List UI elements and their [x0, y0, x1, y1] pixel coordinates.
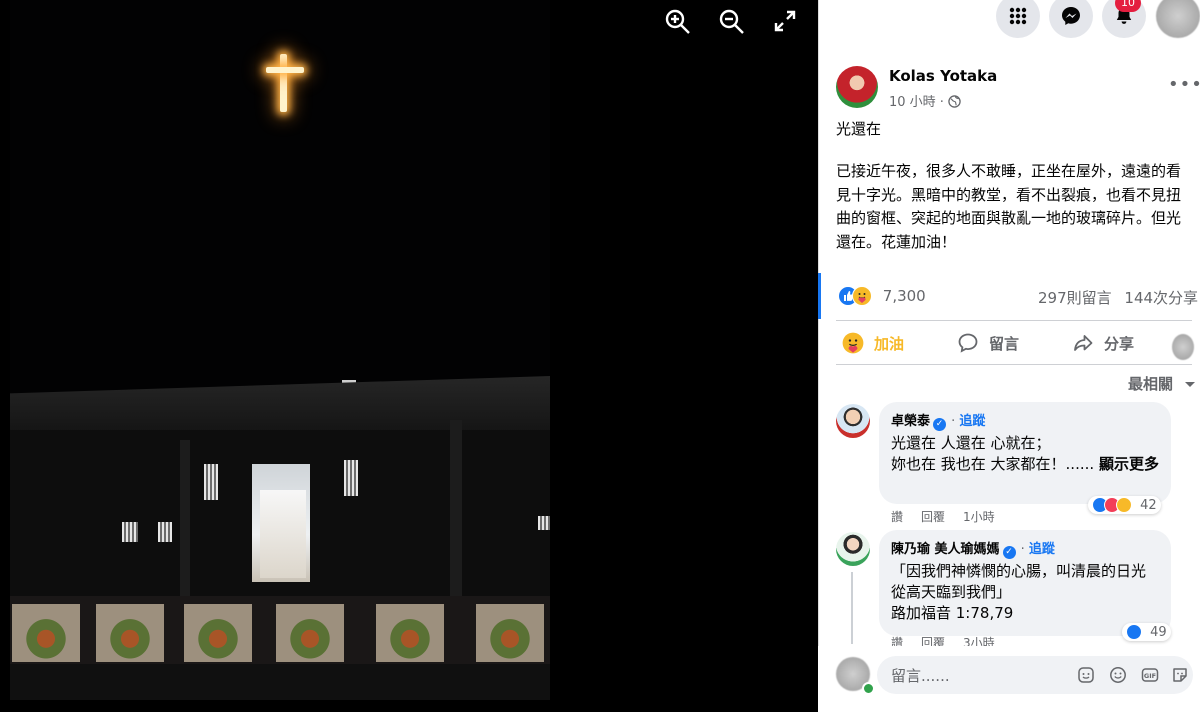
like-link[interactable]: 讚	[891, 510, 903, 524]
sort-dropdown[interactable]: 最相關	[1128, 373, 1196, 394]
wall-beam	[180, 440, 190, 596]
comment-bubble: 卓榮泰 ✓ · 追蹤 光還在 人還在 心就在； 妳也在 我也在 大家都在！....…	[879, 402, 1171, 504]
glowing-cross-bar	[266, 67, 304, 73]
photo-viewer	[0, 0, 818, 712]
church-roof	[10, 376, 550, 434]
messenger-icon	[1062, 7, 1080, 25]
church-window	[538, 516, 550, 530]
share-icon	[1074, 335, 1093, 351]
wall-base	[10, 664, 550, 700]
wall-mural	[276, 604, 344, 662]
care-label: 加油	[874, 335, 905, 353]
divider	[836, 364, 1192, 365]
comment-placeholder: 留言......	[891, 667, 950, 685]
care-reaction-icon	[1116, 497, 1132, 513]
comment-icon	[958, 333, 978, 353]
chevron-down-icon	[1185, 382, 1196, 387]
church-window	[204, 464, 218, 500]
divider	[836, 320, 1192, 321]
follow-button[interactable]: 追蹤	[1029, 542, 1055, 557]
zoom-out-icon[interactable]	[718, 8, 748, 38]
care-reaction-icon	[852, 286, 872, 306]
comment-body: 光還在 人還在 心就在； 妳也在 我也在 大家都在！......	[891, 434, 1095, 473]
share-label: 分享	[1104, 335, 1135, 353]
wall-mural	[12, 604, 80, 662]
more-options-icon[interactable]: •••	[1168, 74, 1200, 95]
zoom-in-icon[interactable]	[664, 8, 694, 38]
thread-line	[851, 572, 853, 644]
reaction-count: 49	[1150, 625, 1167, 640]
comment-text: 光還在 人還在 心就在； 妳也在 我也在 大家都在！...... 顯示更多	[891, 433, 1159, 475]
post-time-text: 10 小時 ·	[889, 95, 944, 110]
shares-count[interactable]: 144次分享	[1124, 289, 1198, 307]
verified-badge-icon: ✓	[933, 418, 947, 431]
menu-grid-icon	[1009, 7, 1027, 25]
commenter-name[interactable]: 陳乃瑜 美人瑜媽媽	[891, 542, 1000, 557]
share-as-avatar[interactable]	[1172, 334, 1194, 360]
sticker-icon[interactable]	[1171, 666, 1189, 684]
like-reaction-icon	[1126, 624, 1142, 640]
globe-icon	[948, 95, 961, 108]
focus-indicator	[818, 273, 821, 319]
reply-link[interactable]: 回覆	[921, 510, 945, 524]
comment-bubble: 陳乃瑜 美人瑜媽媽 ✓ · 追蹤 「因我們神憐憫的心腸，叫清晨的日光從高天臨到我們…	[879, 530, 1171, 636]
see-more-link[interactable]: 顯示更多	[1099, 455, 1159, 473]
comment-text: 「因我們神憐憫的心腸，叫清晨的日光從高天臨到我們」 路加福音 1:78,79	[891, 562, 1147, 622]
commenter-avatar[interactable]	[836, 532, 870, 566]
wall-mural	[476, 604, 544, 662]
verified-badge-icon: ✓	[1002, 546, 1016, 559]
church-window	[122, 522, 138, 542]
care-icon	[842, 332, 864, 354]
wall-beam	[450, 420, 462, 596]
comment-meta: 讚 回覆 1小時	[891, 508, 1013, 525]
reaction-count: 7,300	[882, 287, 926, 305]
lit-window	[252, 464, 310, 582]
engagement-stats: 297則留言 144次分享	[1038, 287, 1198, 308]
church-window	[158, 522, 172, 542]
comments-count[interactable]: 297則留言	[1038, 289, 1112, 307]
post-text: 已接近午夜，很多人不敢睡，正坐在屋外，遠遠的看見十字光。黑暗中的教堂，看不出裂痕…	[836, 162, 1182, 251]
online-status-dot	[862, 682, 875, 695]
comment-input[interactable]: 留言...... GIF	[877, 656, 1193, 694]
sort-label: 最相關	[1128, 375, 1174, 393]
comment-label: 留言	[989, 335, 1020, 353]
author-name[interactable]: Kolas Yotaka	[889, 67, 997, 85]
comment-reactions[interactable]: 49	[1122, 623, 1171, 641]
svg-text:GIF: GIF	[1144, 672, 1156, 680]
glowing-cross	[280, 54, 287, 112]
reaction-count: 42	[1140, 498, 1157, 513]
post-timestamp[interactable]: 10 小時 ·	[889, 91, 961, 110]
post-photo[interactable]	[10, 0, 550, 700]
comment-reactions[interactable]: 42	[1088, 496, 1161, 514]
gif-icon[interactable]: GIF	[1141, 666, 1159, 684]
sticker-face-icon[interactable]	[1077, 666, 1095, 684]
comment-time[interactable]: 1小時	[963, 510, 995, 524]
commenter-name[interactable]: 卓榮泰	[891, 414, 930, 429]
church-window	[344, 460, 358, 496]
notification-badge: 10	[1115, 0, 1141, 12]
wall-mural	[376, 604, 444, 662]
post-title: 光還在	[836, 120, 882, 138]
expand-icon[interactable]	[772, 8, 802, 38]
commenter-avatar[interactable]	[836, 404, 870, 438]
share-button[interactable]: 分享	[1072, 332, 1134, 354]
author-avatar[interactable]	[836, 66, 878, 108]
follow-button[interactable]: 追蹤	[959, 414, 985, 429]
care-button[interactable]: 加油	[842, 332, 904, 354]
emoji-icon[interactable]	[1109, 666, 1127, 684]
comment-button[interactable]: 留言	[957, 332, 1019, 354]
wall-mural	[96, 604, 164, 662]
wall-mural	[184, 604, 252, 662]
reaction-summary[interactable]: 7,300	[838, 286, 926, 306]
